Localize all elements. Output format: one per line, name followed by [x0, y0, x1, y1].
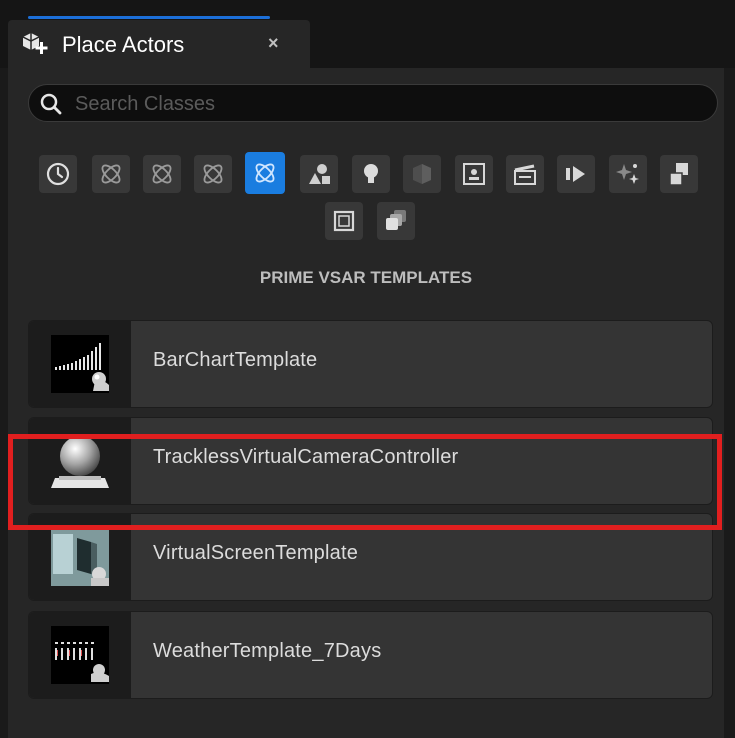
atom-icon	[152, 164, 172, 184]
tab-active-indicator	[28, 16, 270, 19]
list-item[interactable]: TracklessVirtualCameraController	[28, 417, 713, 505]
tab-title: Place Actors	[62, 32, 185, 57]
category-volumes-button[interactable]	[455, 155, 493, 193]
category-button[interactable]	[143, 155, 181, 193]
light-icon	[364, 164, 378, 183]
cube-icon	[413, 164, 431, 184]
item-label: BarChartTemplate	[153, 349, 318, 371]
shapes-icon	[309, 164, 330, 184]
list-item-selected[interactable]: VirtualScreenTemplate	[28, 513, 713, 601]
category-shapes-button[interactable]	[300, 155, 338, 193]
close-icon[interactable]: ×	[268, 33, 279, 54]
blocks-icon	[669, 163, 688, 186]
stack-icon	[386, 210, 406, 230]
barchart-thumbnail-icon	[51, 335, 109, 393]
item-label: TracklessVirtualCameraController	[153, 446, 459, 468]
virtual-screen-thumbnail-icon	[51, 528, 109, 586]
atom-icon	[101, 164, 121, 184]
effects-icon	[616, 164, 639, 184]
category-recent-button[interactable]	[39, 155, 77, 193]
category-media-button[interactable]	[557, 155, 595, 193]
atom-icon	[255, 163, 275, 183]
item-label: WeatherTemplate_7Days	[153, 640, 382, 662]
category-lights-button[interactable]	[352, 155, 390, 193]
square-icon	[333, 210, 355, 232]
panel-content: PRIME VSAR TEMPLATES BarChartTemplate	[8, 68, 724, 738]
list-item[interactable]: BarChartTemplate	[28, 320, 713, 408]
category-visual-effects-button[interactable]	[403, 155, 441, 193]
cinematic-icon	[514, 164, 536, 185]
place-actors-panel: Place Actors × Search Classes PRIME VSAR…	[0, 0, 735, 738]
search-icon	[40, 93, 62, 115]
search-input[interactable]	[73, 88, 697, 120]
weather-thumbnail-icon	[51, 626, 109, 684]
category-button[interactable]	[194, 155, 232, 193]
volume-icon	[463, 163, 485, 185]
tab-place-actors[interactable]: Place Actors ×	[8, 16, 310, 68]
section-title: PRIME VSAR TEMPLATES	[259, 268, 473, 287]
place-actor-icon	[22, 33, 48, 54]
category-all-classes-button[interactable]	[660, 155, 698, 193]
category-effects-button[interactable]	[609, 155, 647, 193]
tab-bar: Place Actors ×	[0, 0, 735, 68]
category-geometry-button[interactable]	[325, 202, 363, 240]
sphere-thumbnail-icon	[51, 436, 109, 488]
item-label: VirtualScreenTemplate	[153, 542, 359, 564]
search-bar[interactable]	[28, 84, 718, 122]
atom-icon	[203, 164, 223, 184]
category-button-active[interactable]	[245, 152, 285, 194]
category-stack-button[interactable]	[377, 202, 415, 240]
recent-icon	[46, 162, 70, 186]
list-item[interactable]: WeatherTemplate_7Days	[28, 611, 713, 699]
media-icon	[566, 166, 585, 182]
category-button[interactable]	[92, 155, 130, 193]
category-cinematic-button[interactable]	[506, 155, 544, 193]
